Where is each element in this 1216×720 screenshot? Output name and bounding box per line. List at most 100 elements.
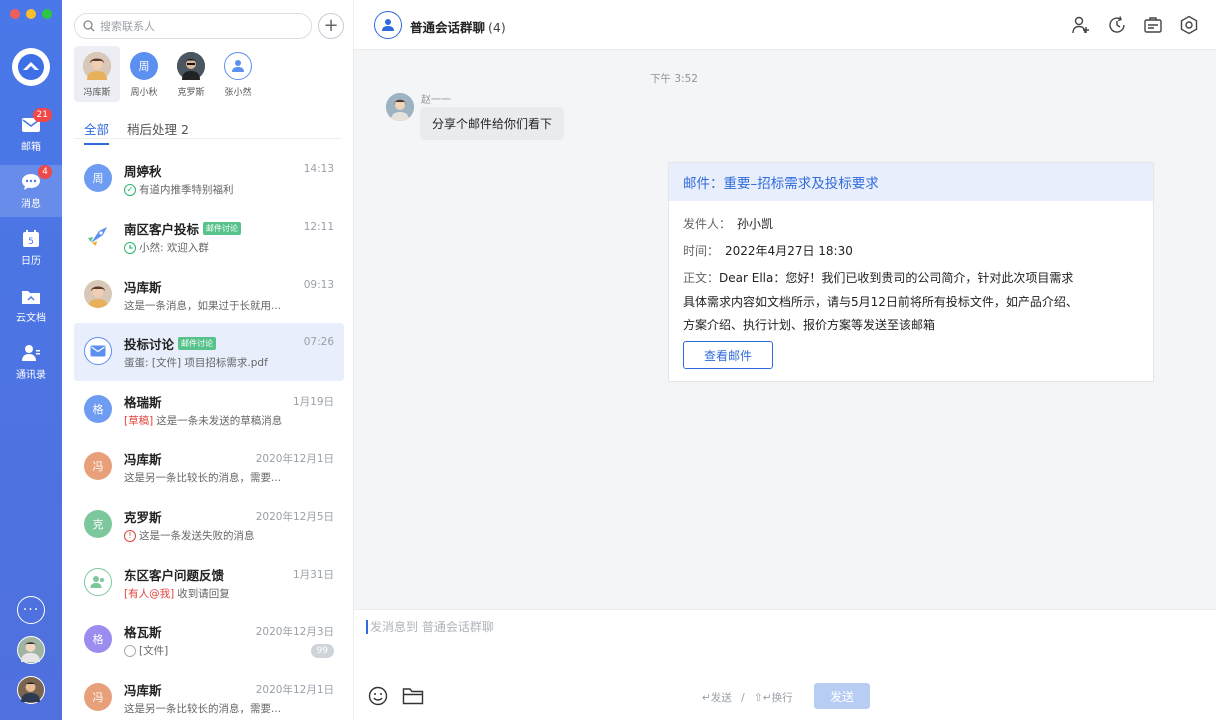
divider	[74, 138, 341, 139]
conversation-preview: ! 这是一条发送失败的消息	[124, 528, 309, 543]
conversation-item-selected[interactable]: 投标讨论 邮件讨论 07:26 蛋蛋: [文件] 项目招标需求.pdf	[74, 323, 344, 381]
unread-count-badge: 99	[310, 644, 334, 658]
nav-item-messages[interactable]: 4 消息	[0, 165, 62, 217]
conversation-time: 12:11	[303, 221, 334, 233]
conversation-time: 1月31日	[292, 569, 334, 581]
conversation-item[interactable]: 格 格瑞斯 1月19日 [草稿] 这是一条未发送的草稿消息	[74, 381, 344, 439]
nav-label-cloud-doc: 云文档	[16, 313, 46, 324]
preview-text: 这是一条发送失败的消息	[139, 530, 255, 542]
recent-contacts: 冯库斯 周 周小秋 克罗斯 张小然	[74, 46, 262, 102]
add-member-icon[interactable]	[1070, 14, 1092, 36]
avatar-initial: 格	[92, 403, 104, 416]
preview-text: 收到请回复	[177, 588, 230, 600]
secondary-avatar[interactable]	[17, 676, 45, 704]
recent-contact[interactable]: 张小然	[215, 46, 261, 102]
settings-icon[interactable]	[1178, 14, 1200, 36]
draft-label: [草稿]	[124, 415, 154, 427]
message-bubble[interactable]: 分享个邮件给你们看下	[420, 107, 565, 140]
recent-contact[interactable]: 周 周小秋	[121, 46, 167, 102]
conversation-name: 东区客户问题反馈	[124, 568, 225, 583]
conversation-time: 09:13	[303, 279, 334, 291]
nav-item-contacts[interactable]: 通讯录	[0, 336, 62, 388]
conversation-item[interactable]: 冯库斯 09:13 这是一条消息，如果过于长就用...	[74, 266, 344, 324]
mail-group-icon	[84, 337, 112, 365]
avatar: 周	[84, 164, 112, 192]
sender-avatar[interactable]	[386, 93, 414, 121]
conversation-item[interactable]: 东区客户问题反馈 1月31日 [有人@我] 收到请回复	[74, 554, 344, 612]
conversation-preview: 这是另一条比较长的消息，需要...	[124, 472, 282, 484]
folder-icon[interactable]	[401, 684, 425, 708]
avatar	[83, 52, 111, 80]
nav-label-calendar: 日历	[21, 256, 41, 267]
conversation-item[interactable]: 克 克罗斯 2020年12月5日 ! 这是一条发送失败的消息	[74, 496, 344, 554]
clock-icon	[124, 241, 136, 254]
shared-mail-card[interactable]: 邮件：重要–招标需求及投标要求 发件人： 孙小凯 时间： 2022年4月27日 18…	[668, 162, 1154, 382]
more-button[interactable]: ···	[17, 596, 45, 624]
mail-time-label: 时间：	[683, 244, 720, 258]
mail-body: 正文：Dear Ella：您好！我们已收到贵司的公司简介，针对此次项目需求 具体…	[683, 267, 1143, 338]
conversation-name: 格瑞斯	[124, 395, 162, 410]
recent-contact[interactable]: 克罗斯	[168, 46, 214, 102]
preview-text: 这是一条未发送的草稿消息	[156, 415, 283, 427]
preview-text: [文件]	[139, 645, 169, 657]
message-input[interactable]	[366, 620, 1186, 634]
nav-item-cloud-doc[interactable]: 云文档	[0, 279, 62, 331]
conversation-time: 2020年12月1日	[255, 453, 334, 465]
nav-item-calendar[interactable]: 5 日历	[0, 222, 62, 274]
mail-from-value: 孙小凯	[737, 217, 774, 231]
conversation-name-text: 投标讨论	[124, 337, 175, 352]
conversation-item[interactable]: 冯 冯库斯 2020年12月1日 这是另一条比较长的消息，需要...	[74, 438, 344, 496]
status-circle-icon	[124, 644, 136, 657]
avatar: 格	[84, 395, 112, 423]
contacts-icon	[20, 343, 42, 363]
group-icon	[374, 11, 402, 39]
minimize-window-button[interactable]	[26, 9, 36, 19]
mail-body-label: 正文：	[683, 271, 720, 285]
conversation-item[interactable]: 南区客户投标 邮件讨论 12:11 小然: 欢迎入群	[74, 208, 344, 266]
more-icon: ···	[22, 602, 40, 618]
conversation-item[interactable]: 格 格瓦斯 2020年12月3日 [文件] 99	[74, 611, 344, 669]
tab-later[interactable]: 稍后处理 2	[127, 119, 189, 145]
conversation-preview: [草稿] 这是一条未发送的草稿消息	[124, 413, 309, 428]
recent-contact[interactable]: 冯库斯	[74, 46, 120, 102]
check-icon: ✓	[124, 183, 136, 196]
history-icon[interactable]	[1106, 14, 1128, 36]
conversation-item[interactable]: 冯 冯库斯 2020年12月1日 这是另一条比较长的消息，需要...	[74, 669, 344, 720]
conversation-preview: ✓ 有道内推季特别福利	[124, 182, 309, 197]
conversation-preview: 这是一条消息，如果过于长就用...	[124, 300, 282, 312]
profile-avatar[interactable]	[17, 636, 45, 664]
conversation-item[interactable]: 周 周婷秋 14:13 ✓ 有道内推季特别福利	[74, 150, 344, 208]
mail-body-line: 具体需求内容如文档所示，请与5月12日前将所有投标文件，如产品介绍、	[683, 294, 1078, 309]
conversation-time: 2020年12月3日	[255, 626, 334, 638]
recent-contact-name: 张小然	[224, 88, 252, 98]
maximize-window-button[interactable]	[42, 9, 52, 19]
chat-area: 普通会话群聊 (4) 下午 3:52 赵一一 分享个邮件给你们看下 邮件：重要–招…	[354, 0, 1216, 720]
mail-icon: 21	[20, 108, 52, 135]
emoji-icon[interactable]	[366, 684, 390, 708]
message-timestamp: 下午 3:52	[650, 73, 698, 85]
view-mail-button[interactable]: 查看邮件	[683, 341, 773, 369]
search-box[interactable]	[74, 13, 312, 39]
rocket-icon	[84, 222, 112, 250]
nav-item-mail[interactable]: 21 邮箱	[0, 108, 62, 160]
mail-time-row: 时间： 2022年4月27日 18:30	[683, 242, 853, 259]
avatar	[177, 52, 205, 80]
mail-body-text: Dear Ella：您好！我们已收到贵司的公司简介，针对此次项目需求	[719, 271, 1074, 285]
mail-from-label: 发件人：	[683, 217, 732, 231]
conversation-name: 冯库斯	[124, 452, 162, 467]
chat-title: 普通会话群聊 (4)	[410, 17, 506, 36]
add-button[interactable]: +	[318, 13, 344, 39]
nav-label-mail: 邮箱	[21, 142, 41, 153]
briefcase-icon[interactable]	[1142, 14, 1164, 36]
search-input[interactable]	[100, 19, 300, 33]
mail-body-line: 正文：Dear Ella：您好！我们已收到贵司的公司简介，针对此次项目需求	[683, 267, 1143, 291]
tab-all[interactable]: 全部	[84, 119, 110, 145]
nav-label-contacts: 通讯录	[16, 370, 46, 381]
close-window-button[interactable]	[10, 9, 20, 19]
send-button[interactable]: 发送	[814, 683, 870, 709]
conversation-preview: [有人@我] 收到请回复	[124, 586, 309, 601]
conversation-list-panel: + 冯库斯 周 周小秋 克罗斯 张小然 全部 稍后处理 2	[62, 0, 354, 720]
member-count: (4)	[488, 20, 506, 35]
send-shortcut-hint: ↵发送 / ⇧↵换行	[702, 690, 793, 705]
plus-icon: +	[323, 15, 339, 36]
